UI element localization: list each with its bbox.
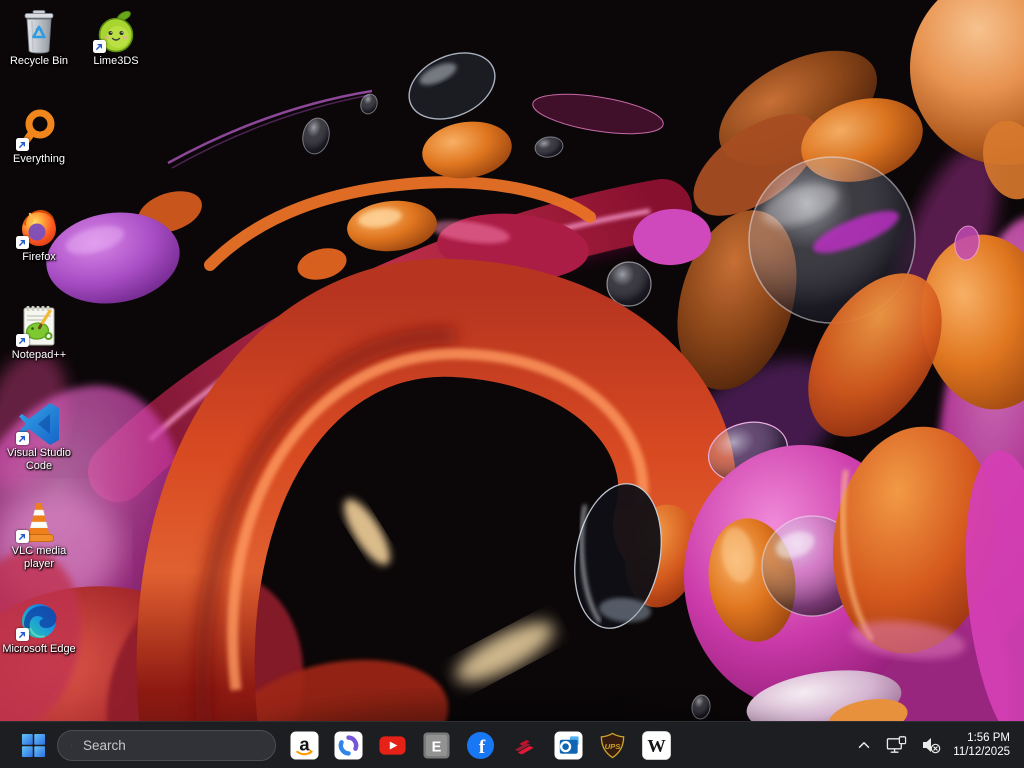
desktop-icon-vlc-media-player[interactable]: VLC media player xyxy=(0,498,78,571)
desktop-icon-label: Microsoft Edge xyxy=(2,643,76,655)
desktop-icon-label: Everything xyxy=(13,153,65,165)
pinned-outlook[interactable] xyxy=(546,723,590,767)
start-button[interactable] xyxy=(13,725,53,765)
desktop-icon-firefox[interactable]: Firefox xyxy=(0,204,78,264)
shortcut-arrow-icon xyxy=(16,334,29,347)
chevron-up-icon xyxy=(859,741,870,749)
pinned-facebook[interactable]: f xyxy=(458,723,502,767)
pinned-amazon[interactable]: a xyxy=(282,723,326,767)
desktop-icon-everything[interactable]: Everything xyxy=(0,106,78,166)
search-input[interactable] xyxy=(81,736,262,754)
shortcut-arrow-icon xyxy=(16,236,29,249)
tray-overflow-button[interactable] xyxy=(850,726,878,764)
search-icon xyxy=(71,744,72,746)
desktop-icon-label: Notepad++ xyxy=(11,349,67,361)
wikipedia-icon: W xyxy=(641,730,671,760)
network-button[interactable] xyxy=(880,726,913,764)
pinned-bank-of-america[interactable] xyxy=(502,723,546,767)
recycle-bin-icon xyxy=(24,10,54,54)
desktop-icon-label: Recycle Bin xyxy=(9,55,69,67)
desktop-icon-label: VLC media player xyxy=(11,545,67,570)
svg-text:W: W xyxy=(647,735,666,755)
desktop-icon-label: Firefox xyxy=(22,251,56,263)
desktop-icon-visual-studio-code[interactable]: Visual Studio Code xyxy=(0,400,78,473)
facebook-icon: f xyxy=(466,731,494,759)
desktop-icon-recycle-bin[interactable]: Recycle Bin xyxy=(0,8,78,68)
system-tray: 1:56 PM 11/12/2025 xyxy=(850,726,1016,764)
pinned-youtube[interactable] xyxy=(370,723,414,767)
shortcut-arrow-icon xyxy=(93,40,106,53)
svg-text:UPS: UPS xyxy=(604,741,621,750)
microsoft-365-copilot-icon xyxy=(333,730,363,760)
bank-of-america-icon xyxy=(514,739,534,754)
pinned-wikipedia[interactable]: W xyxy=(634,723,678,767)
desktop-icon-label: Lime3DS xyxy=(93,55,139,67)
ethernet-network-icon xyxy=(887,735,907,753)
amazon-icon: a xyxy=(289,730,319,760)
desktop-icon-label: Visual Studio Code xyxy=(6,447,71,472)
shortcut-arrow-icon xyxy=(16,628,29,641)
shortcut-arrow-icon xyxy=(16,432,29,445)
wallpaper-image xyxy=(0,0,1024,768)
volume-button[interactable] xyxy=(915,726,947,764)
desktop-icon-notepad-plus-plus[interactable]: Notepad++ xyxy=(0,302,78,362)
svg-text:a: a xyxy=(299,733,310,754)
volume-muted-icon xyxy=(923,738,941,754)
youtube-icon xyxy=(378,735,406,755)
pinned-microsoft-365-copilot[interactable] xyxy=(326,723,370,767)
taskbar: a E xyxy=(0,721,1024,768)
taskbar-search[interactable] xyxy=(57,729,276,761)
clock[interactable]: 1:56 PM 11/12/2025 xyxy=(949,731,1016,759)
ups-icon: UPS xyxy=(600,732,624,758)
clock-date: 11/12/2025 xyxy=(953,746,1010,758)
clock-time: 1:56 PM xyxy=(967,732,1010,744)
svg-text:E: E xyxy=(431,739,441,755)
shortcut-arrow-icon xyxy=(16,530,29,543)
outlook-icon xyxy=(553,730,583,760)
desktop: Recycle Bin Lime3DS Everything Firefox N… xyxy=(0,0,1024,768)
pinned-e-app[interactable]: E xyxy=(414,723,458,767)
windows-start-icon xyxy=(21,733,45,757)
e-app-icon: E xyxy=(422,731,450,759)
desktop-icon-microsoft-edge[interactable]: Microsoft Edge xyxy=(0,596,78,656)
pinned-ups[interactable]: UPS xyxy=(590,723,634,767)
desktop-icon-lime3ds[interactable]: Lime3DS xyxy=(77,8,155,68)
svg-text:f: f xyxy=(478,737,485,758)
shortcut-arrow-icon xyxy=(16,138,29,151)
